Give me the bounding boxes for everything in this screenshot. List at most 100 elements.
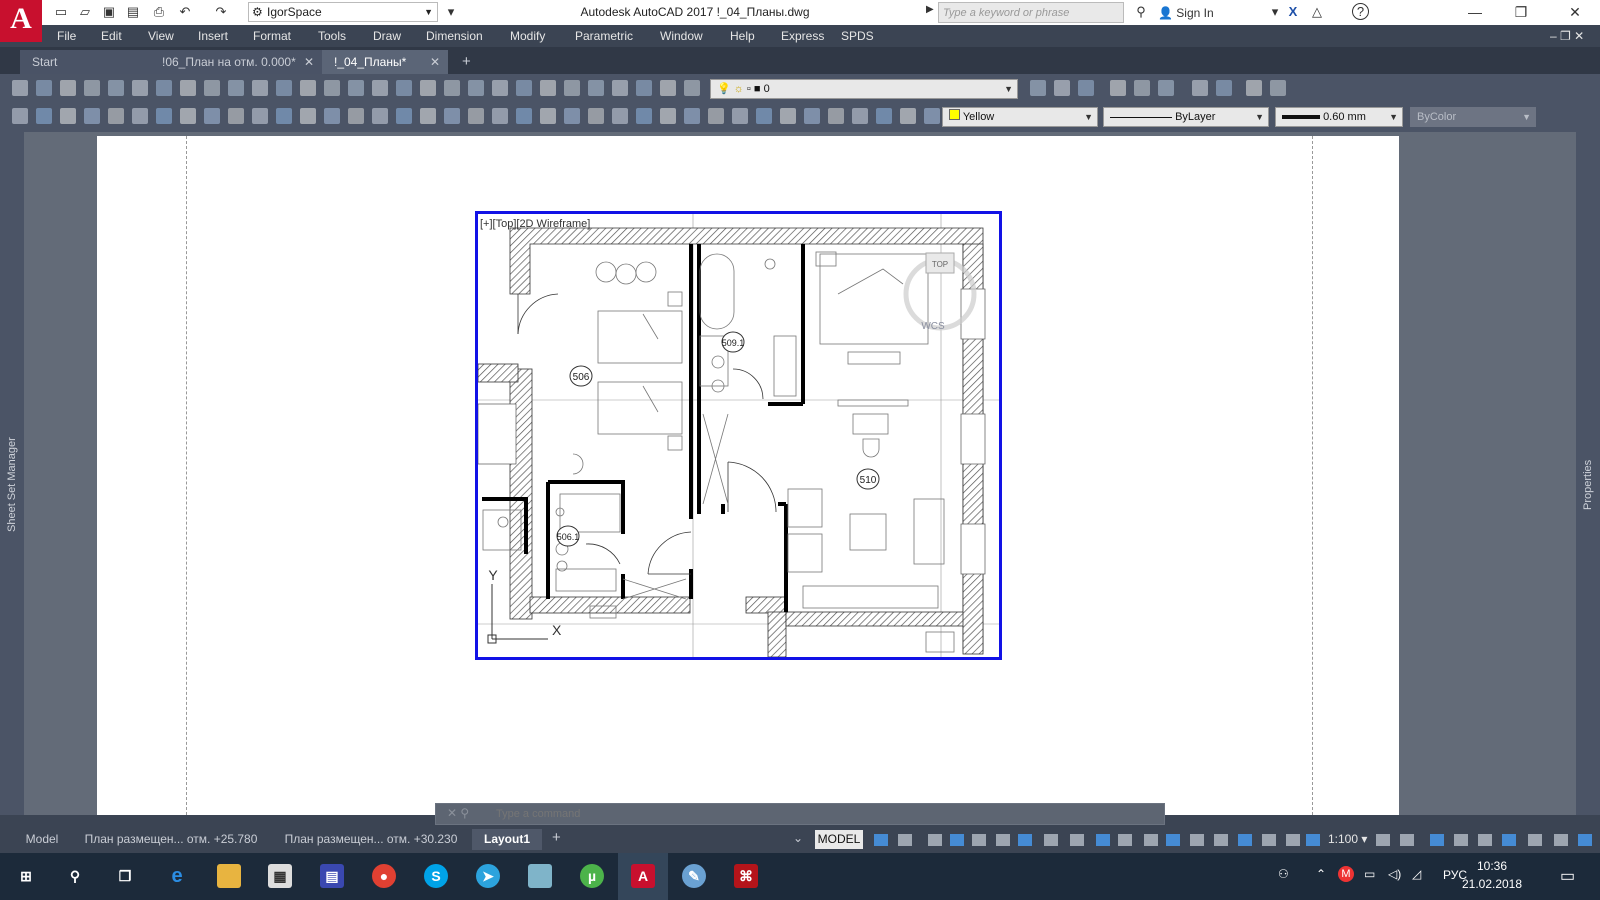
- draw-tool-icon-39[interactable]: [924, 108, 940, 124]
- standard-tool-icon-29[interactable]: [684, 80, 700, 96]
- status-toggle-icon-21[interactable]: [1400, 834, 1414, 846]
- status-toggle-icon-25[interactable]: [1502, 834, 1516, 846]
- standard-tool-icon-20[interactable]: [468, 80, 484, 96]
- tab-plan-0000[interactable]: !06_План на отм. 0.000* ✕: [150, 50, 322, 74]
- taskbar-clock[interactable]: 10:36 21.02.2018: [1452, 857, 1532, 893]
- file-explorer-icon[interactable]: [217, 864, 241, 888]
- draw-tool-icon-17[interactable]: [396, 108, 412, 124]
- menu-dimension[interactable]: Dimension: [426, 25, 483, 47]
- status-toggle-icon-16[interactable]: [1238, 834, 1252, 846]
- standard-tool-icon-19[interactable]: [444, 80, 460, 96]
- tab-layout1[interactable]: Layout1: [472, 829, 542, 850]
- draw-tool-icon-12[interactable]: [276, 108, 292, 124]
- draw-tool-icon-20[interactable]: [468, 108, 484, 124]
- draw-tool-icon-4[interactable]: [84, 108, 100, 124]
- standard-tool-icon-26[interactable]: [612, 80, 628, 96]
- doc-minimize-icon[interactable]: ‒ ❐ ✕: [1550, 25, 1584, 47]
- draw-tool-icon-18[interactable]: [420, 108, 436, 124]
- menu-modify[interactable]: Modify: [510, 25, 545, 47]
- volume-icon[interactable]: ◁): [1388, 867, 1401, 881]
- standard-tool-icon-7[interactable]: [156, 80, 172, 96]
- new-tab-plus-icon[interactable]: +: [462, 53, 471, 70]
- draw-tool-icon-34[interactable]: [804, 108, 820, 124]
- standard-tool-icon-6[interactable]: [132, 80, 148, 96]
- chrome-icon[interactable]: ●: [372, 864, 396, 888]
- status-toggle-icon-4[interactable]: [950, 834, 964, 846]
- standard-tool-icon-1[interactable]: [12, 80, 28, 96]
- customize-chevron-icon[interactable]: ⌄: [793, 831, 803, 845]
- standard-tool-icon-38[interactable]: [1246, 80, 1262, 96]
- status-toggle-icon-8[interactable]: [1044, 834, 1058, 846]
- standard-tool-icon-23[interactable]: [540, 80, 556, 96]
- status-toggle-icon-24[interactable]: [1478, 834, 1492, 846]
- draw-tool-icon-32[interactable]: [756, 108, 772, 124]
- standard-tool-icon-8[interactable]: [180, 80, 196, 96]
- mail-app-icon[interactable]: M: [1338, 866, 1354, 882]
- standard-tool-icon-9[interactable]: [204, 80, 220, 96]
- status-toggle-icon-23[interactable]: [1454, 834, 1468, 846]
- menu-draw[interactable]: Draw: [373, 25, 401, 47]
- sign-in-button[interactable]: 👤 Sign In: [1158, 3, 1214, 23]
- draw-tool-icon-21[interactable]: [492, 108, 508, 124]
- draw-tool-icon-16[interactable]: [372, 108, 388, 124]
- standard-tool-icon-34[interactable]: [1134, 80, 1150, 96]
- save-icon[interactable]: ▣: [100, 3, 118, 21]
- status-toggle-icon-3[interactable]: [928, 834, 942, 846]
- standard-tool-icon-13[interactable]: [300, 80, 316, 96]
- plot-icon[interactable]: ⎙: [150, 3, 168, 21]
- draw-tool-icon-36[interactable]: [852, 108, 868, 124]
- standard-tool-icon-12[interactable]: [276, 80, 292, 96]
- draw-tool-icon-19[interactable]: [444, 108, 460, 124]
- new-file-icon[interactable]: ▭: [52, 3, 70, 21]
- annotation-scale-dropdown[interactable]: 1:100 ▾: [1328, 830, 1367, 849]
- paint-icon[interactable]: ✎: [682, 864, 706, 888]
- utorrent-icon[interactable]: µ: [580, 864, 604, 888]
- status-toggle-icon-14[interactable]: [1190, 834, 1204, 846]
- standard-tool-icon-15[interactable]: [348, 80, 364, 96]
- menu-express[interactable]: Express: [781, 25, 824, 47]
- close-icon[interactable]: ✕: [304, 50, 314, 74]
- standard-tool-icon-39[interactable]: [1270, 80, 1286, 96]
- standard-tool-icon-30[interactable]: [1030, 80, 1046, 96]
- viewport-controls-label[interactable]: [+][Top][2D Wireframe]: [480, 218, 590, 230]
- status-toggle-icon-10[interactable]: [1096, 834, 1110, 846]
- status-toggle-icon-7[interactable]: [1018, 834, 1032, 846]
- command-line-input[interactable]: [435, 803, 1165, 825]
- notes-app-icon[interactable]: [528, 864, 552, 888]
- status-toggle-icon-19[interactable]: [1306, 834, 1320, 846]
- draw-tool-icon-8[interactable]: [180, 108, 196, 124]
- draw-tool-icon-33[interactable]: [780, 108, 796, 124]
- model-space-button[interactable]: MODEL: [815, 830, 863, 849]
- status-toggle-icon-13[interactable]: [1166, 834, 1180, 846]
- standard-tool-icon-16[interactable]: [372, 80, 388, 96]
- tray-chevron-up-icon[interactable]: ⌃: [1316, 867, 1326, 881]
- network-icon[interactable]: ◿: [1412, 867, 1421, 881]
- status-toggle-icon-9[interactable]: [1070, 834, 1084, 846]
- standard-tool-icon-33[interactable]: [1110, 80, 1126, 96]
- linetype-dropdown[interactable]: ByLayer ▼: [1103, 107, 1269, 127]
- tab-layout-30230[interactable]: План размещен... отм. +30.230: [276, 829, 466, 850]
- quick-access-menu-icon[interactable]: ▾: [442, 3, 460, 21]
- draw-tool-icon-11[interactable]: [252, 108, 268, 124]
- draw-tool-icon-9[interactable]: [204, 108, 220, 124]
- exchange-icon[interactable]: X: [1284, 3, 1302, 21]
- standard-tool-icon-5[interactable]: [108, 80, 124, 96]
- status-toggle-icon-18[interactable]: [1286, 834, 1300, 846]
- standard-tool-icon-24[interactable]: [564, 80, 580, 96]
- chevron-down-icon[interactable]: ▾: [1266, 3, 1284, 21]
- draw-tool-icon-7[interactable]: [156, 108, 172, 124]
- store-icon[interactable]: ▦: [268, 864, 292, 888]
- status-toggle-icon-22[interactable]: [1430, 834, 1444, 846]
- menu-view[interactable]: View: [148, 25, 174, 47]
- menu-tools[interactable]: Tools: [318, 25, 346, 47]
- layer-dropdown[interactable]: 💡 ☼ ▫ ■ 0 ▼: [710, 79, 1018, 99]
- properties-palette[interactable]: Properties: [1576, 132, 1600, 815]
- binoculars-icon[interactable]: ⚲: [1132, 3, 1150, 21]
- search-input[interactable]: [938, 2, 1124, 23]
- acrobat-icon[interactable]: ⌘: [734, 864, 758, 888]
- close-icon[interactable]: ✕: [430, 50, 440, 74]
- standard-tool-icon-27[interactable]: [636, 80, 652, 96]
- lineweight-dropdown[interactable]: 0.60 mm ▼: [1275, 107, 1403, 127]
- draw-tool-icon-37[interactable]: [876, 108, 892, 124]
- layout-viewport[interactable]: 506 510 509.1 506.1 Y X TOP WCS: [475, 211, 1002, 660]
